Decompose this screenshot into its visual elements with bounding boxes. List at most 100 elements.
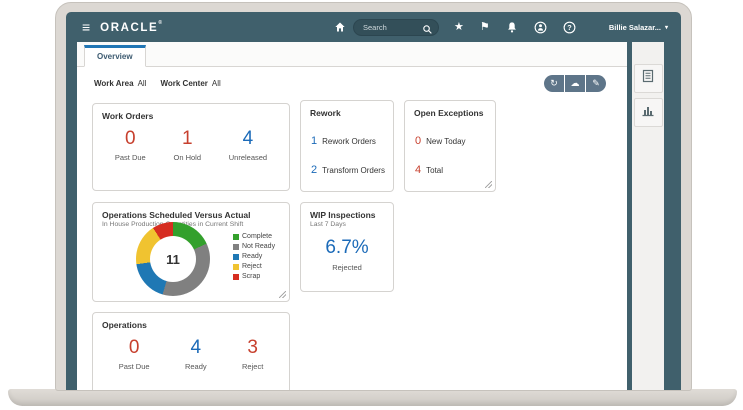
stat-row: 0 Past Due 4 Ready 3 Reject	[93, 337, 289, 371]
menu-icon[interactable]: ≡	[82, 20, 90, 34]
card-title: Operations	[93, 313, 289, 330]
watchlist-flag-icon[interactable]: ⚑	[480, 22, 490, 33]
header-center	[334, 12, 439, 42]
oracle-logo: ORACLE®	[100, 20, 162, 34]
stat-label: On Hold	[173, 153, 201, 162]
legend-swatch	[233, 274, 239, 280]
wip-rejected-label: Rejected	[301, 263, 393, 272]
edit-pencil-icon: ✎	[592, 78, 600, 89]
work-area-filter[interactable]: Work Area All	[94, 79, 146, 88]
reports-panel-button[interactable]	[634, 64, 663, 93]
legend-item: Ready	[233, 253, 275, 260]
stat-value[interactable]: 0	[119, 337, 150, 359]
legend-item: Scrap	[233, 273, 275, 280]
kpi-row-new-today[interactable]: 0 New Today	[405, 135, 495, 147]
wip-rejected-value[interactable]: 6.7%	[301, 237, 393, 259]
card-title: Operations Scheduled Versus Actual	[93, 203, 289, 220]
refresh-button[interactable]: ↻	[544, 75, 564, 92]
stat-value[interactable]: 4	[185, 337, 207, 359]
svg-text:?: ?	[567, 23, 572, 32]
cloud-sync-button[interactable]: ☁	[565, 75, 585, 92]
laptop-mockup: ≡ ORACLE® ★ ⚑	[0, 0, 743, 410]
refresh-icon: ↻	[550, 78, 558, 89]
legend-label: Ready	[242, 253, 262, 260]
search-box[interactable]	[353, 19, 439, 36]
card-operations-scheduled: Operations Scheduled Versus Actual In Ho…	[92, 202, 290, 302]
chart-legend: Complete Not Ready Ready Reject Scrap	[233, 233, 275, 283]
stat-label: Reject	[242, 362, 263, 371]
legend-item: Reject	[233, 263, 275, 270]
accessibility-person-icon[interactable]	[534, 21, 547, 34]
document-icon	[640, 68, 656, 89]
legend-label: Not Ready	[242, 243, 275, 250]
resize-handle[interactable]	[485, 181, 492, 188]
charts-panel-button[interactable]	[634, 98, 663, 127]
stat-label: Ready	[185, 362, 207, 371]
tab-bar: Overview	[77, 42, 627, 67]
help-icon[interactable]: ?	[563, 21, 576, 34]
registered-mark: ®	[158, 20, 162, 26]
stat-past-due: 0 Past Due	[119, 337, 150, 371]
work-area-value[interactable]: All	[138, 79, 147, 88]
app-window: ≡ ORACLE® ★ ⚑	[66, 12, 681, 390]
kpi-value[interactable]: 2	[311, 164, 317, 176]
user-menu[interactable]: Billie Salazar... ▾	[609, 12, 668, 42]
card-title: Rework	[301, 101, 393, 118]
kpi-value[interactable]: 4	[415, 164, 421, 176]
resize-handle[interactable]	[279, 291, 286, 298]
stat-value[interactable]: 3	[242, 337, 263, 359]
cloud-icon: ☁	[571, 78, 580, 89]
card-title: WIP Inspections	[301, 203, 393, 220]
laptop-bezel: ≡ ORACLE® ★ ⚑	[55, 2, 692, 391]
kpi-label: Transform Orders	[322, 166, 385, 175]
work-center-label: Work Center	[160, 79, 207, 88]
legend-swatch	[233, 244, 239, 250]
stat-value[interactable]: 0	[115, 128, 146, 150]
card-title: Work Orders	[93, 104, 289, 121]
stat-label: Unreleased	[229, 153, 267, 162]
search-input[interactable]	[354, 23, 421, 32]
kpi-value[interactable]: 0	[415, 135, 421, 147]
stat-value[interactable]: 1	[173, 128, 201, 150]
card-wip-inspections: WIP Inspections Last 7 Days 6.7% Rejecte…	[300, 202, 394, 292]
stat-unreleased: 4 Unreleased	[229, 128, 267, 162]
oracle-logo-text: ORACLE	[100, 22, 158, 34]
home-icon[interactable]	[334, 21, 346, 33]
legend-swatch	[233, 264, 239, 270]
header-icons: ★ ⚑ ?	[454, 12, 576, 42]
chevron-down-icon: ▾	[665, 24, 668, 31]
search-icon[interactable]	[422, 22, 433, 40]
kpi-row-total[interactable]: 4 Total	[405, 164, 495, 176]
stat-on-hold: 1 On Hold	[173, 128, 201, 162]
work-center-filter[interactable]: Work Center All	[160, 79, 220, 88]
card-subtitle: Last 7 Days	[301, 220, 393, 228]
card-rework: Rework 1 Rework Orders 2 Transform Order…	[300, 100, 394, 192]
kpi-row-transform-orders[interactable]: 2 Transform Orders	[301, 164, 393, 176]
stat-label: Past Due	[115, 153, 146, 162]
filter-bar: Work Area All Work Center All	[94, 79, 221, 88]
notifications-bell-icon[interactable]	[506, 21, 518, 34]
donut-center-value: 11	[150, 236, 196, 282]
user-name: Billie Salazar...	[609, 23, 661, 32]
kpi-row-rework-orders[interactable]: 1 Rework Orders	[301, 135, 393, 147]
donut-chart[interactable]: 11	[136, 222, 210, 296]
favorites-star-icon[interactable]: ★	[454, 22, 464, 33]
stat-row: 0 Past Due 1 On Hold 4 Unreleased	[93, 128, 289, 162]
main-content: Overview Work Area All Work Center All ↻ ☁…	[77, 42, 627, 390]
work-area-label: Work Area	[94, 79, 134, 88]
kpi-value[interactable]: 1	[311, 135, 317, 147]
work-center-value[interactable]: All	[212, 79, 221, 88]
legend-label: Scrap	[242, 273, 260, 280]
legend-label: Reject	[242, 263, 262, 270]
legend-item: Complete	[233, 233, 275, 240]
edit-layout-button[interactable]: ✎	[586, 75, 606, 92]
tab-overview[interactable]: Overview	[84, 45, 146, 67]
kpi-label: New Today	[426, 137, 465, 146]
stat-ready: 4 Ready	[185, 337, 207, 371]
kpi-label: Total	[426, 166, 443, 175]
stat-past-due: 0 Past Due	[115, 128, 146, 162]
stat-value[interactable]: 4	[229, 128, 267, 150]
header-left: ≡ ORACLE®	[82, 12, 162, 42]
stat-reject: 3 Reject	[242, 337, 263, 371]
legend-swatch	[233, 234, 239, 240]
